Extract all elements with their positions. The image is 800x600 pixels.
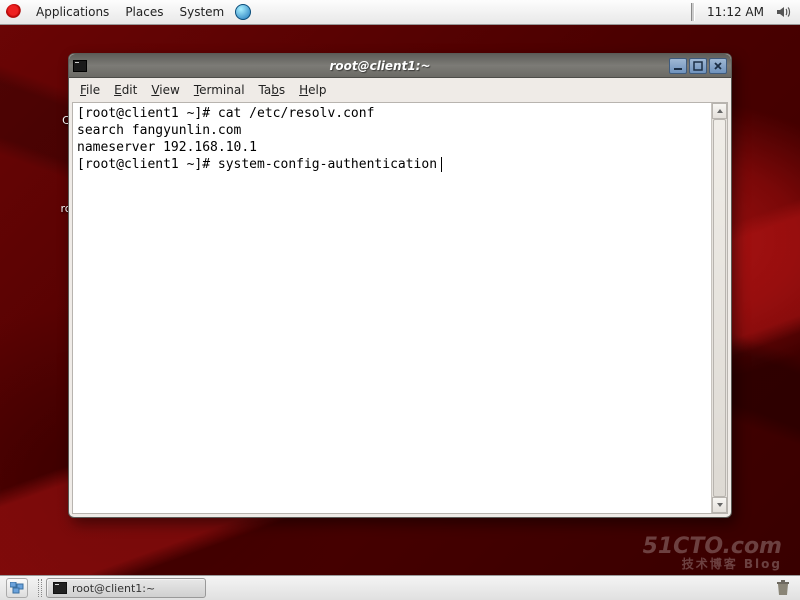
maximize-button[interactable] bbox=[689, 58, 707, 74]
terminal-icon bbox=[73, 60, 87, 72]
scroll-down-button[interactable] bbox=[712, 497, 727, 513]
menu-help[interactable]: Help bbox=[292, 80, 333, 100]
system-menu[interactable]: System bbox=[171, 1, 232, 23]
applications-menu[interactable]: Applications bbox=[28, 1, 117, 23]
close-button[interactable] bbox=[709, 58, 727, 74]
panel-divider bbox=[38, 579, 42, 597]
terminal-output[interactable]: [root@client1 ~]# cat /etc/resolv.conf s… bbox=[73, 103, 711, 513]
menu-edit[interactable]: Edit bbox=[107, 80, 144, 100]
show-desktop-button[interactable] bbox=[6, 578, 28, 598]
scroll-up-button[interactable] bbox=[712, 103, 727, 119]
taskbar-entry-terminal[interactable]: root@client1:~ bbox=[46, 578, 206, 598]
scrollbar-track[interactable] bbox=[712, 119, 727, 497]
window-titlebar[interactable]: root@client1:~ bbox=[69, 54, 731, 78]
minimize-button[interactable] bbox=[669, 58, 687, 74]
window-title: root@client1:~ bbox=[93, 59, 667, 73]
network-launcher-icon[interactable] bbox=[234, 3, 252, 21]
menu-tabs[interactable]: Tabs bbox=[252, 80, 293, 100]
terminal-scrollbar[interactable] bbox=[711, 103, 727, 513]
panel-handle[interactable] bbox=[691, 3, 695, 21]
clock[interactable]: 11:12 AM bbox=[699, 5, 772, 19]
top-panel: Applications Places System 11:12 AM bbox=[0, 0, 800, 25]
trash-icon[interactable] bbox=[774, 579, 792, 597]
terminal-icon bbox=[53, 582, 67, 594]
watermark: 51CTO.com 技术博客 Blog bbox=[643, 536, 782, 570]
menu-terminal[interactable]: Terminal bbox=[187, 80, 252, 100]
menu-view[interactable]: View bbox=[144, 80, 186, 100]
text-cursor bbox=[441, 157, 442, 172]
taskbar-entry-label: root@client1:~ bbox=[72, 582, 155, 595]
menu-file[interactable]: File bbox=[73, 80, 107, 100]
terminal-window: root@client1:~ File Edit View Terminal T… bbox=[68, 53, 732, 518]
places-menu[interactable]: Places bbox=[117, 1, 171, 23]
volume-icon[interactable] bbox=[774, 3, 792, 21]
bottom-panel: root@client1:~ bbox=[0, 575, 800, 600]
terminal-menubar: File Edit View Terminal Tabs Help bbox=[69, 78, 731, 102]
distributor-logo-icon[interactable] bbox=[6, 4, 22, 20]
scrollbar-thumb[interactable] bbox=[713, 119, 726, 497]
